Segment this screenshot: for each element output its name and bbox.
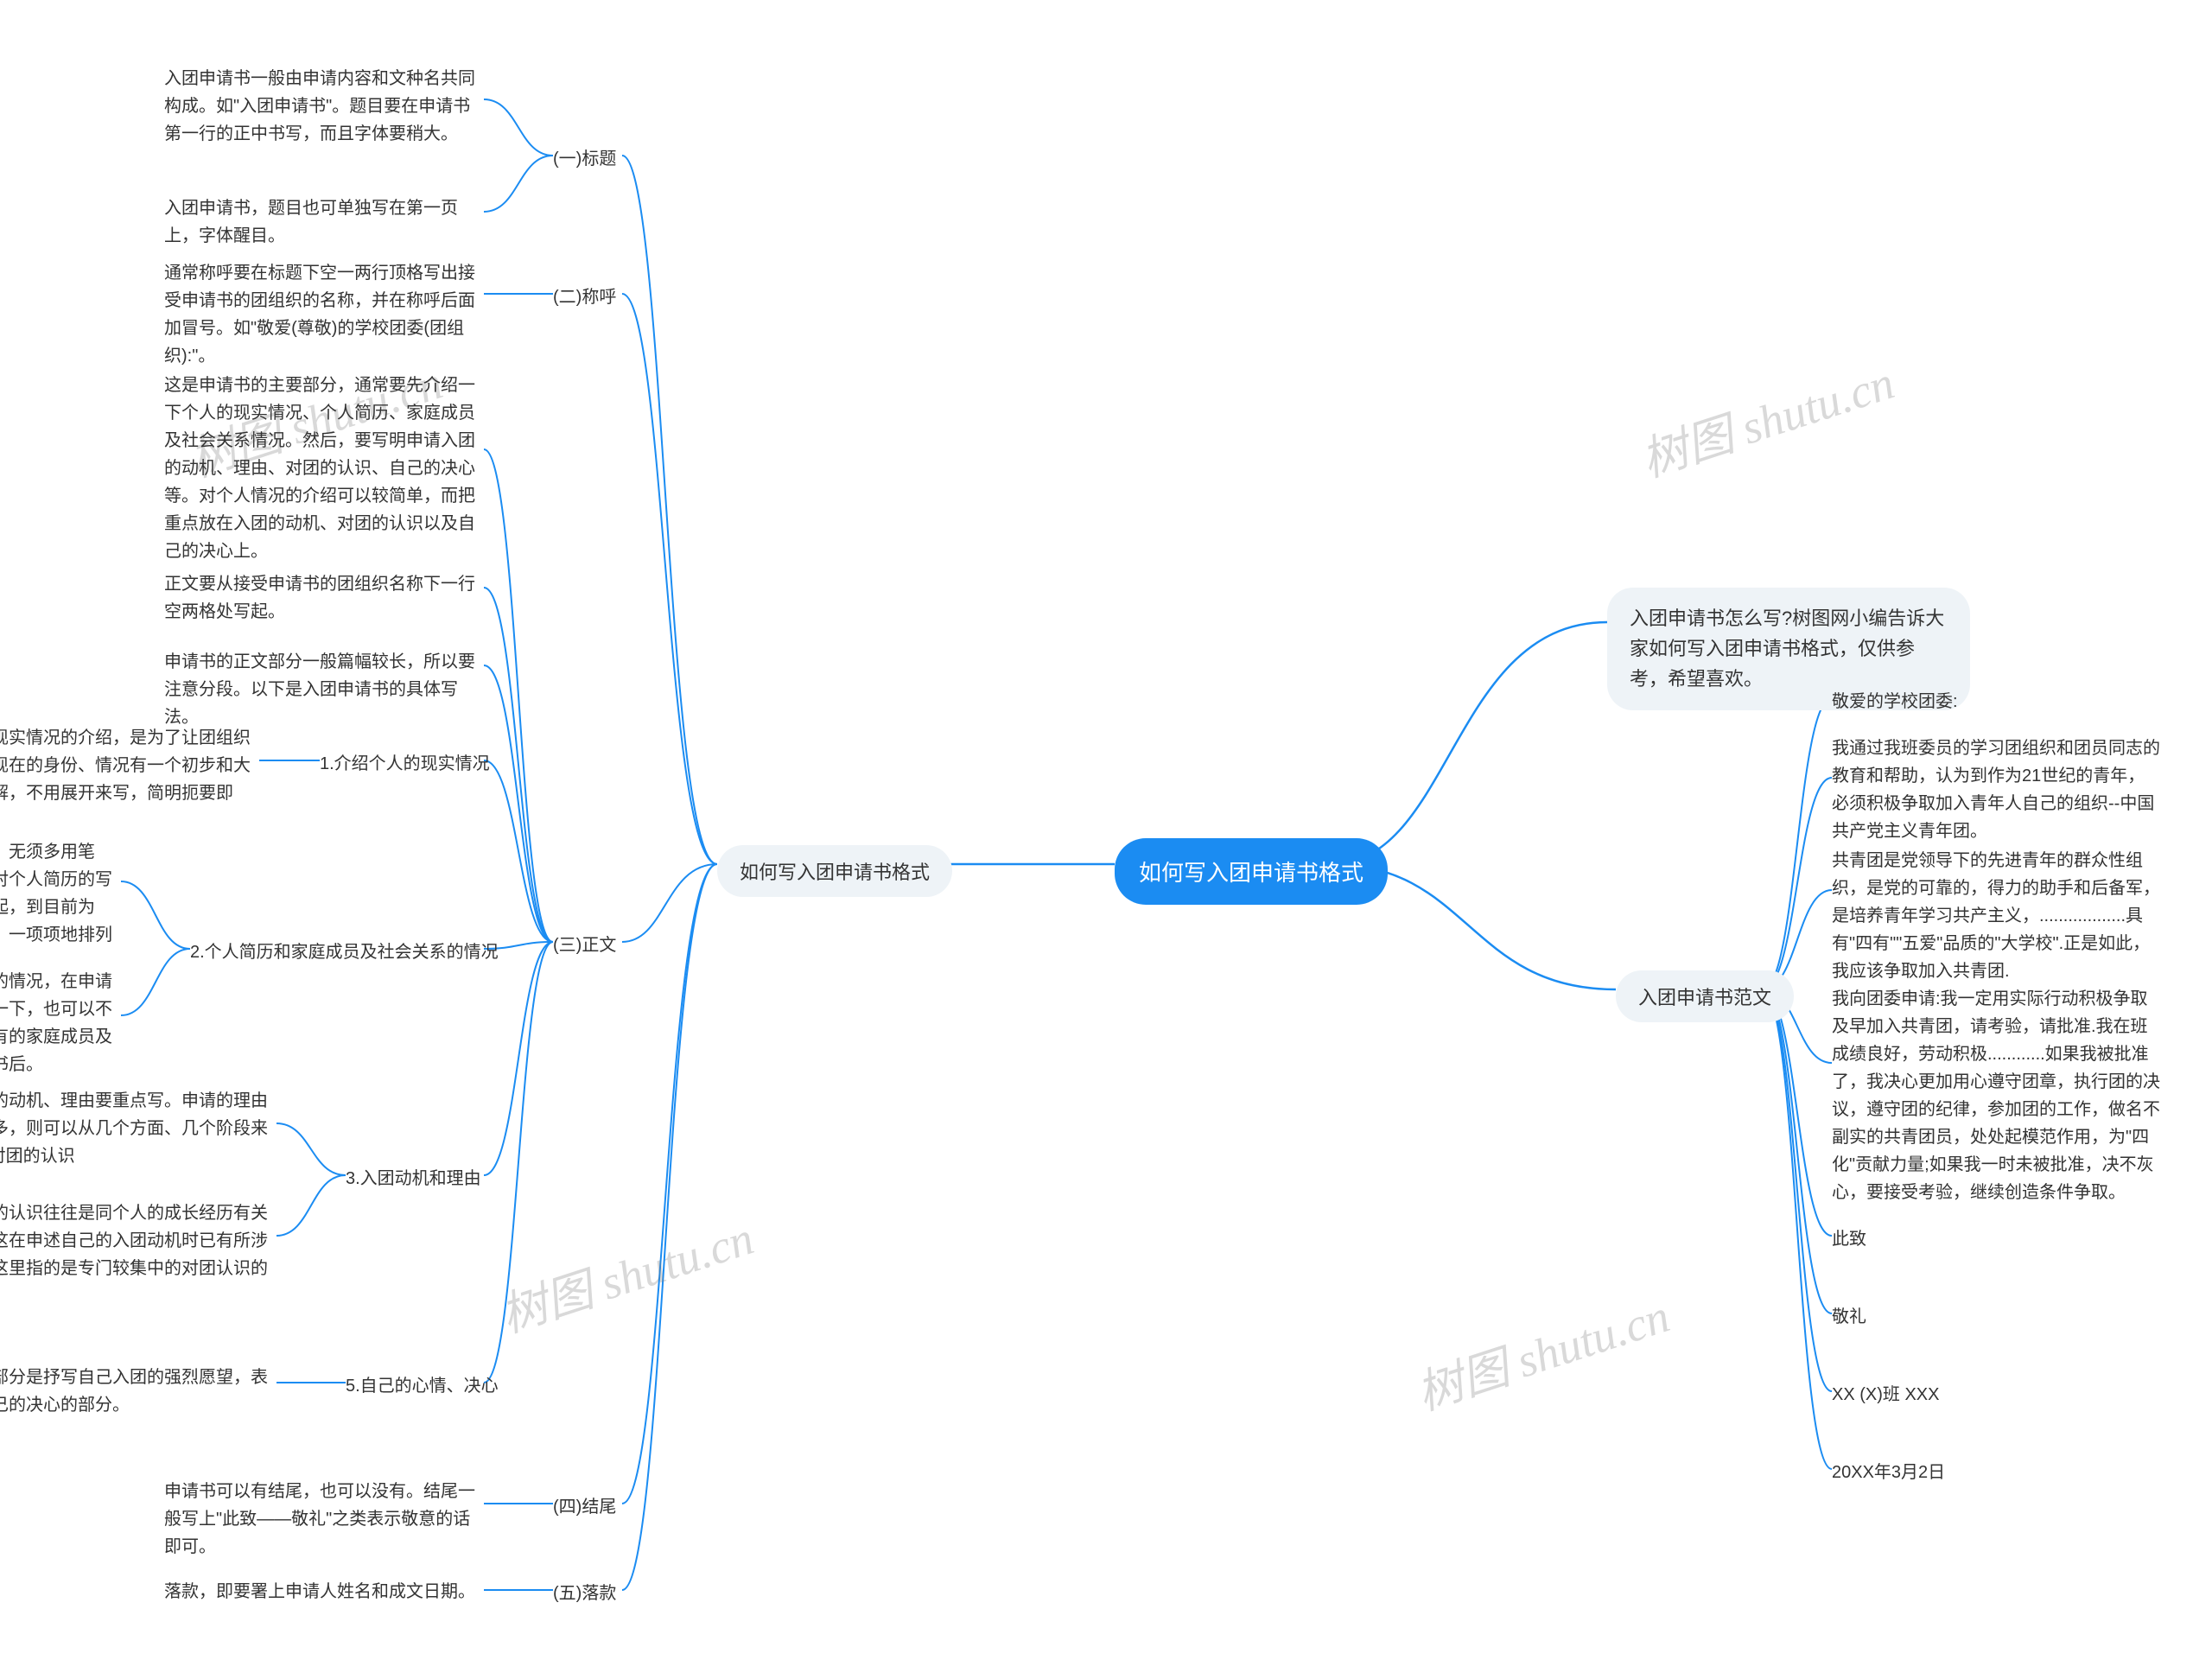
s3-p3-textb: 对团的认识往往是同个人的成长经历有关的，这在申述自己的入团动机时已有所涉及。这里… [0,1199,276,1310]
s3-p5-label[interactable]: 5.自己的心情、决心 [346,1372,499,1400]
s1-leaf-a: 入团申请书一般由申请内容和文种名共同构成。如"入团申请书"。题目要在申请书第一行… [164,65,484,148]
section-4-label[interactable]: (四)结尾 [553,1493,616,1521]
section-1-label[interactable]: (一)标题 [553,145,616,173]
root-node[interactable]: 如何写入团申请书格式 [1115,838,1388,905]
watermark: 树图 shutu.cn [1407,1277,1677,1423]
right-l2: 我通过我班委员的学习团组织和团员同志的教育和帮助，认为到作为21世纪的青年，必须… [1832,735,2160,845]
s5-leaf-a: 落款，即要署上申请人姓名和成文日期。 [164,1578,484,1606]
right-l1: 敬爱的学校团委: [1832,688,2160,715]
right-l7: XX (X)班 XXX [1832,1381,2160,1409]
section-2-label[interactable]: (二)称呼 [553,283,616,311]
s3-p3-label[interactable]: 3.入团动机和理由 [346,1165,481,1192]
s1-leaf-b: 入团申请书，题目也可单独写在第一页上，字体醒目。 [164,194,484,250]
section-3-label[interactable]: (三)正文 [553,932,616,959]
right-l5: 此致 [1832,1225,2160,1253]
section-5-label[interactable]: (五)落款 [553,1580,616,1607]
s2-leaf-a: 通常称呼要在标题下空一两行顶格写出接受申请书的团组织的名称，并在称呼后面加冒号。… [164,259,484,370]
s3-p5-text: 这一部分是抒写自己入团的强烈愿望，表达自己的决心的部分。 [0,1364,276,1419]
s3-p1-label[interactable]: 1.介绍个人的现实情况 [320,750,490,778]
s3-p2-label[interactable]: 2.个人简历和家庭成员及社会关系的情况 [190,938,499,966]
s3-p1-text: 对个人现实情况的介绍，是为了让团组织对自己现在的身份、情况有一个初步和大致的了解… [0,724,259,835]
s3-leaf-a: 这是申请书的主要部分，通常要先介绍一下个人的现实情况、个人简历、家庭成员及社会关… [164,372,484,565]
s3-leaf-c: 申请书的正文部分一般篇幅较长，所以要注意分段。以下是入团申请书的具体写法。 [164,648,484,731]
right-branch[interactable]: 入团申请书范文 [1616,970,1794,1022]
right-l8: 20XX年3月2日 [1832,1459,2160,1486]
s3-p2-texta: 这一部分的内容也要简单，无须多用笔墨，但也必须清楚明白。对个人简历的写法，一般要… [0,838,121,976]
left-branch[interactable]: 如何写入团申请书格式 [717,845,952,897]
right-l6: 敬礼 [1832,1303,2160,1331]
s4-leaf-a: 申请书可以有结尾，也可以没有。结尾一般写上"此致——敬礼"之类表示敬意的话即可。 [164,1478,484,1561]
watermark: 树图 shutu.cn [491,1199,761,1345]
s3-p3-texta: 入团的动机、理由要重点写。申请的理由比较多，则可以从几个方面、几个阶段来写4.对… [0,1087,276,1170]
s3-p2-textb: 主要家庭成员及社会关系的情况，在申请书正文中可以简单地介绍一下，也可以不写，要视… [0,968,121,1078]
s3-leaf-b: 正文要从接受申请书的团组织名称下一行空两格处写起。 [164,570,484,626]
right-l4: 我向团委申请:我一定用实际行动积极争取及早加入共青团，请考验，请批准.我在班成绩… [1832,985,2160,1206]
watermark: 树图 shutu.cn [1631,344,1902,490]
right-l3: 共青团是党领导下的先进青年的群众性组织，是党的可靠的，得力的助手和后备军，是培养… [1832,847,2160,985]
